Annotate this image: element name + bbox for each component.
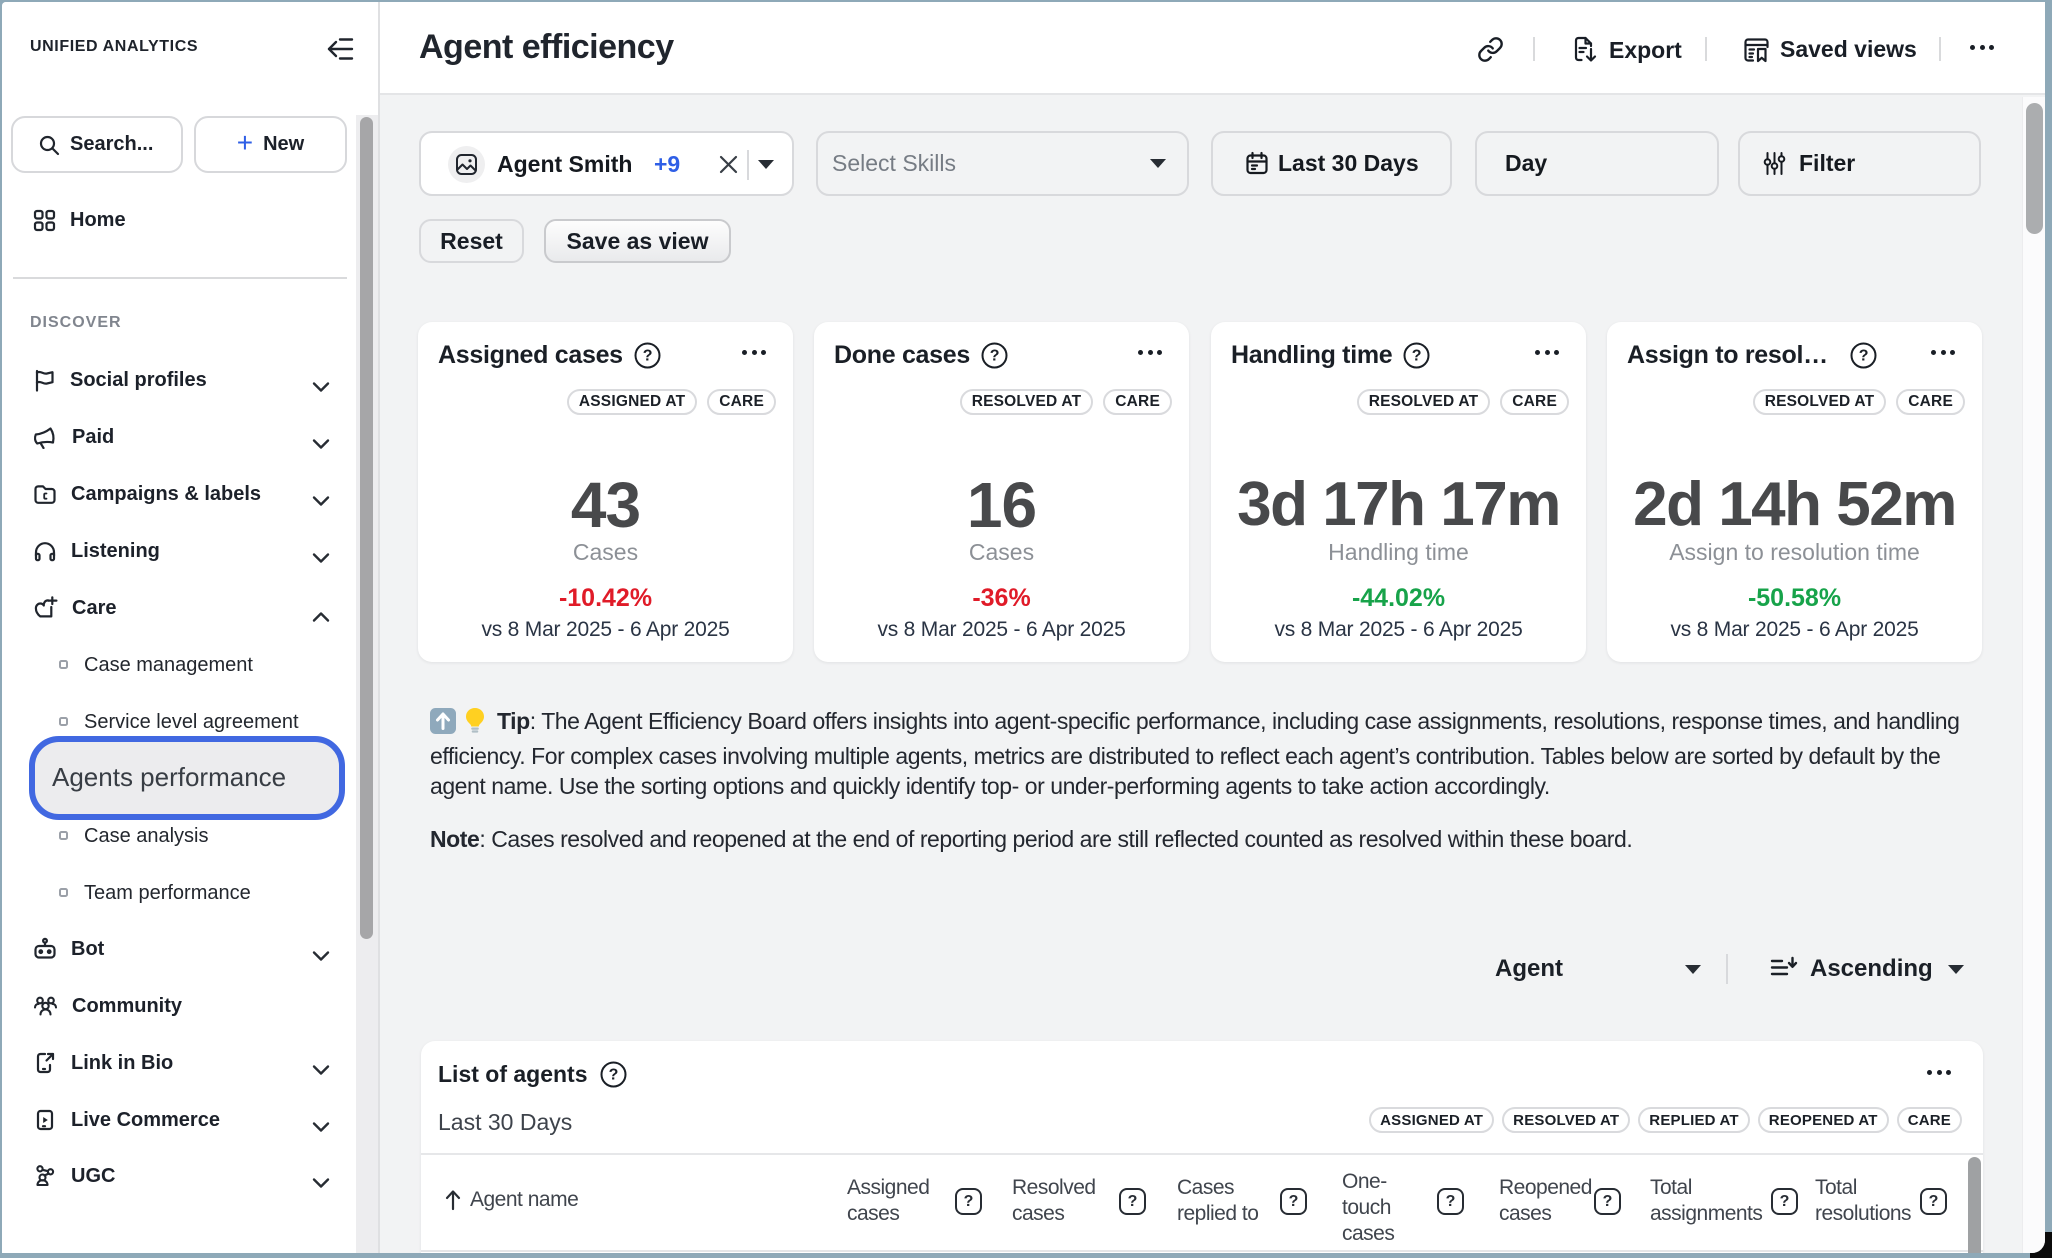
svg-text:?: ? xyxy=(1412,348,1421,365)
svg-text:?: ? xyxy=(608,1067,618,1084)
svg-text:?: ? xyxy=(990,348,999,365)
svg-text:?: ? xyxy=(1859,348,1868,365)
svg-text:?: ? xyxy=(643,348,652,365)
